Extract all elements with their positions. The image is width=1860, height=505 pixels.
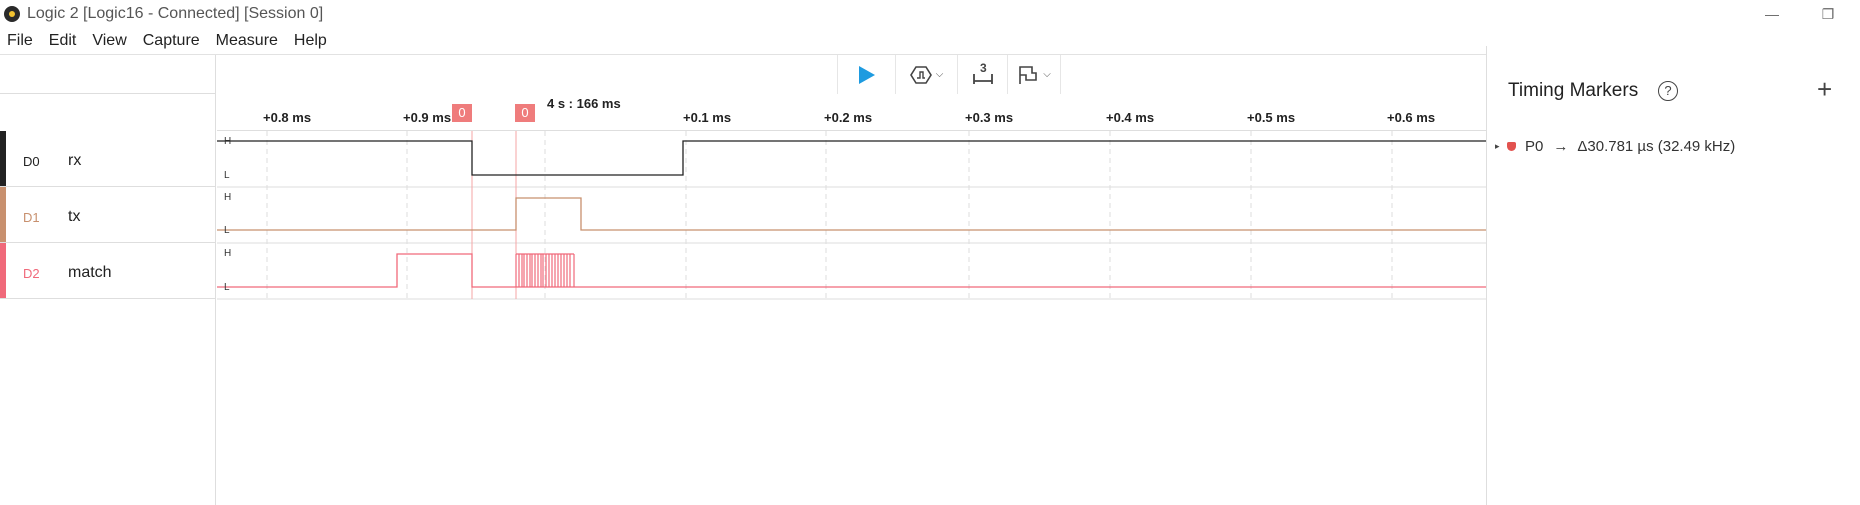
channel-header: [0, 55, 216, 94]
measure-count-badge: 3: [980, 61, 987, 75]
channel-color-bar: [0, 131, 6, 186]
restore-button[interactable]: ❐: [1808, 2, 1848, 26]
trigger-icon: [909, 65, 932, 84]
level-low-label: L: [224, 170, 230, 181]
cursor-time-readout: 4 s : 166 ms: [547, 96, 621, 111]
level-low-label: L: [224, 225, 230, 236]
marker-pin-icon: [1507, 141, 1516, 151]
window-title: Logic 2 [Logic16 - Connected] [Session 0…: [27, 5, 324, 22]
app-logo-icon: [4, 6, 20, 22]
menu-view[interactable]: View: [84, 29, 134, 53]
tick-label: +0.4 ms: [1106, 110, 1155, 125]
channel-panel: D0 rx D1 tx D2 match: [0, 55, 216, 505]
play-icon: [858, 65, 875, 84]
marker-list-item[interactable]: ▸ P0 → Δ30.781 µs (32.49 kHz): [1495, 136, 1735, 156]
panel-title: Timing Markers: [1508, 80, 1639, 101]
tick-label: +0.9 ms: [403, 110, 452, 125]
menu-edit[interactable]: Edit: [41, 29, 85, 53]
title-bar: Logic 2 [Logic16 - Connected] [Session 0…: [0, 0, 1860, 28]
marker-name: P0: [1525, 137, 1544, 155]
channel-name[interactable]: tx: [68, 208, 80, 226]
tick-label: +0.2 ms: [824, 110, 873, 125]
timing-marker-flag-end[interactable]: 0: [515, 104, 535, 122]
expand-arrow-icon[interactable]: ▸: [1495, 141, 1507, 152]
level-high-label: H: [224, 248, 232, 259]
marker-value: Δ30.781 µs (32.49 kHz): [1577, 137, 1736, 155]
add-marker-button[interactable]: ⌵: [1008, 55, 1061, 94]
timing-markers-panel: Timing Markers ? + ▸ P0 → Δ30.781 µs (32…: [1486, 46, 1860, 505]
menu-capture[interactable]: Capture: [135, 29, 208, 53]
channel-color-bar: [0, 187, 6, 242]
channel-id: D2: [23, 266, 40, 281]
level-low-label: L: [224, 282, 230, 293]
arrow-right-icon: →: [1553, 137, 1569, 155]
channel-row-d0[interactable]: D0 rx: [0, 131, 216, 187]
trigger-button[interactable]: ⌵: [896, 55, 958, 94]
capture-toolbar: ⌵ 3 ⌵: [837, 55, 1126, 94]
flag-icon: [1019, 65, 1038, 84]
minimize-button[interactable]: —: [1752, 2, 1792, 26]
waveform-area[interactable]: H L H L H L ⌵ 3 ⌵ +0.8 ms +0.9 ms +0.1 m…: [217, 55, 1486, 505]
menu-file[interactable]: File: [0, 29, 41, 53]
level-high-label: H: [224, 192, 232, 203]
tick-label: +0.5 ms: [1247, 110, 1296, 125]
menu-help[interactable]: Help: [286, 29, 335, 53]
channel-id: D1: [23, 210, 40, 225]
help-icon[interactable]: ?: [1658, 81, 1678, 101]
tick-label: +0.3 ms: [965, 110, 1014, 125]
menu-measure[interactable]: Measure: [208, 29, 286, 53]
channel-row-d1[interactable]: D1 tx: [0, 187, 216, 243]
add-marker-icon[interactable]: +: [1817, 74, 1832, 105]
timing-marker-flag-start[interactable]: 0: [452, 104, 472, 122]
measure-button[interactable]: 3: [958, 55, 1008, 94]
chevron-down-icon: ⌵: [935, 69, 944, 80]
tick-label: +0.8 ms: [263, 110, 312, 125]
timeline-ruler[interactable]: +0.8 ms +0.9 ms +0.1 ms +0.2 ms +0.3 ms …: [217, 94, 1486, 131]
start-capture-button[interactable]: [838, 55, 896, 94]
chevron-down-icon: ⌵: [1043, 69, 1051, 80]
channel-name[interactable]: match: [68, 264, 112, 282]
tick-label: +0.1 ms: [683, 110, 732, 125]
channel-color-bar: [0, 243, 6, 298]
channel-row-d2[interactable]: D2 match: [0, 243, 216, 299]
channel-name[interactable]: rx: [68, 152, 81, 170]
tick-label: +0.6 ms: [1387, 110, 1436, 125]
menu-bar: File Edit View Capture Measure Help: [0, 29, 335, 53]
channel-id: D0: [23, 154, 40, 169]
level-high-label: H: [224, 136, 232, 147]
